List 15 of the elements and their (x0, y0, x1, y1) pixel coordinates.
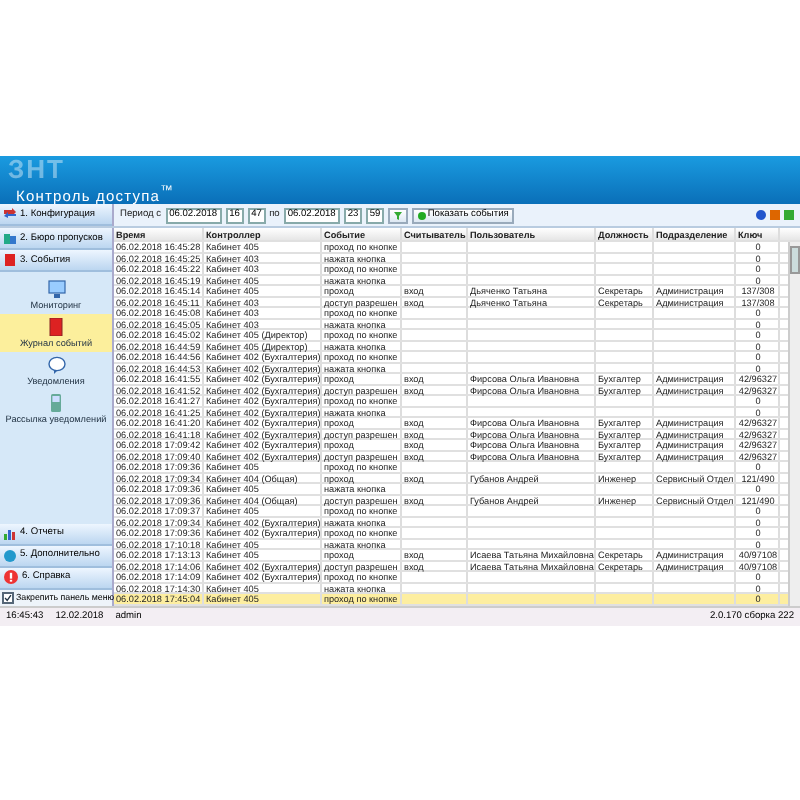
book-icon (4, 254, 16, 266)
filter-icon (393, 211, 402, 219)
scrollbar[interactable] (788, 242, 800, 605)
help-icon (4, 570, 18, 584)
scrollbar-thumb[interactable] (790, 246, 800, 274)
logo: ЗНТ (8, 158, 65, 182)
phone-icon (50, 394, 62, 412)
book-icon (48, 318, 64, 336)
building-icon (4, 232, 16, 244)
arrows-icon (4, 208, 16, 220)
speech-bubble-icon (47, 356, 65, 374)
filter-button[interactable] (387, 207, 408, 223)
monitor-icon (47, 280, 65, 298)
pin-checkbox[interactable] (2, 591, 14, 603)
bar-chart-icon (4, 527, 16, 539)
